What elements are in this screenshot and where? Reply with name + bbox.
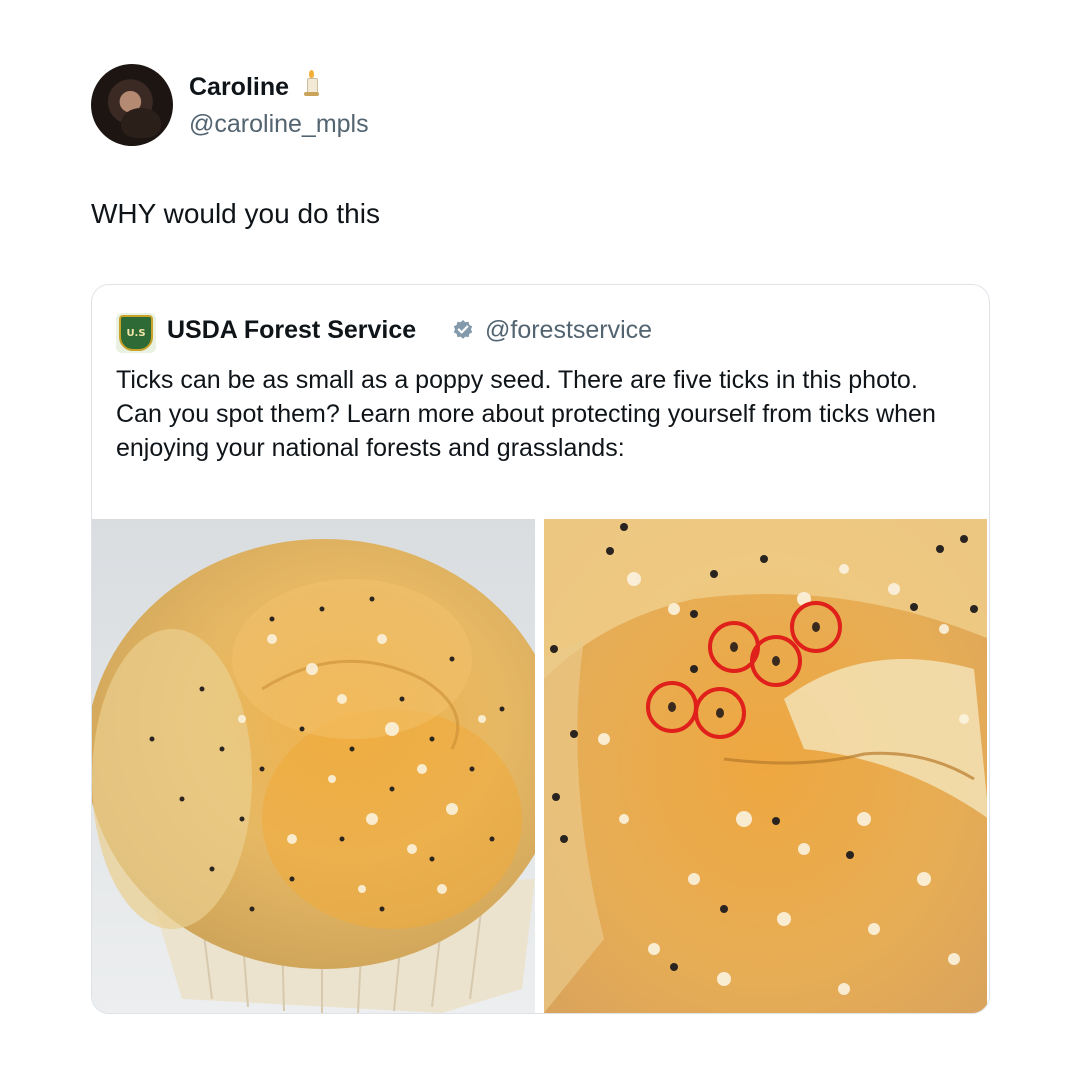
forest-service-logo[interactable]: U.S	[116, 313, 156, 353]
forest-service-shield-icon: U.S	[119, 315, 153, 351]
author-handle[interactable]: @caroline_mpls	[189, 108, 369, 140]
author-name-row[interactable]: Caroline	[189, 70, 319, 104]
quoted-author-handle[interactable]: @forestservice	[485, 313, 652, 347]
muffin-closeup-with-ticks-circled-photo[interactable]	[544, 519, 987, 1013]
quoted-tweet-text: Ticks can be as small as a poppy seed. T…	[116, 366, 936, 462]
tweet-text: WHY would you do this	[91, 198, 380, 229]
quoted-tweet-card[interactable]: U.S USDA Forest Service @forestservice T…	[91, 284, 990, 1014]
quoted-author-name[interactable]: USDA Forest Service	[167, 313, 416, 347]
candle-icon	[303, 70, 319, 100]
author-avatar[interactable]	[91, 64, 173, 146]
poppy-seed-muffin-photo[interactable]	[92, 519, 535, 1013]
verified-badge-icon	[453, 320, 473, 339]
author-name[interactable]: Caroline	[189, 73, 289, 101]
